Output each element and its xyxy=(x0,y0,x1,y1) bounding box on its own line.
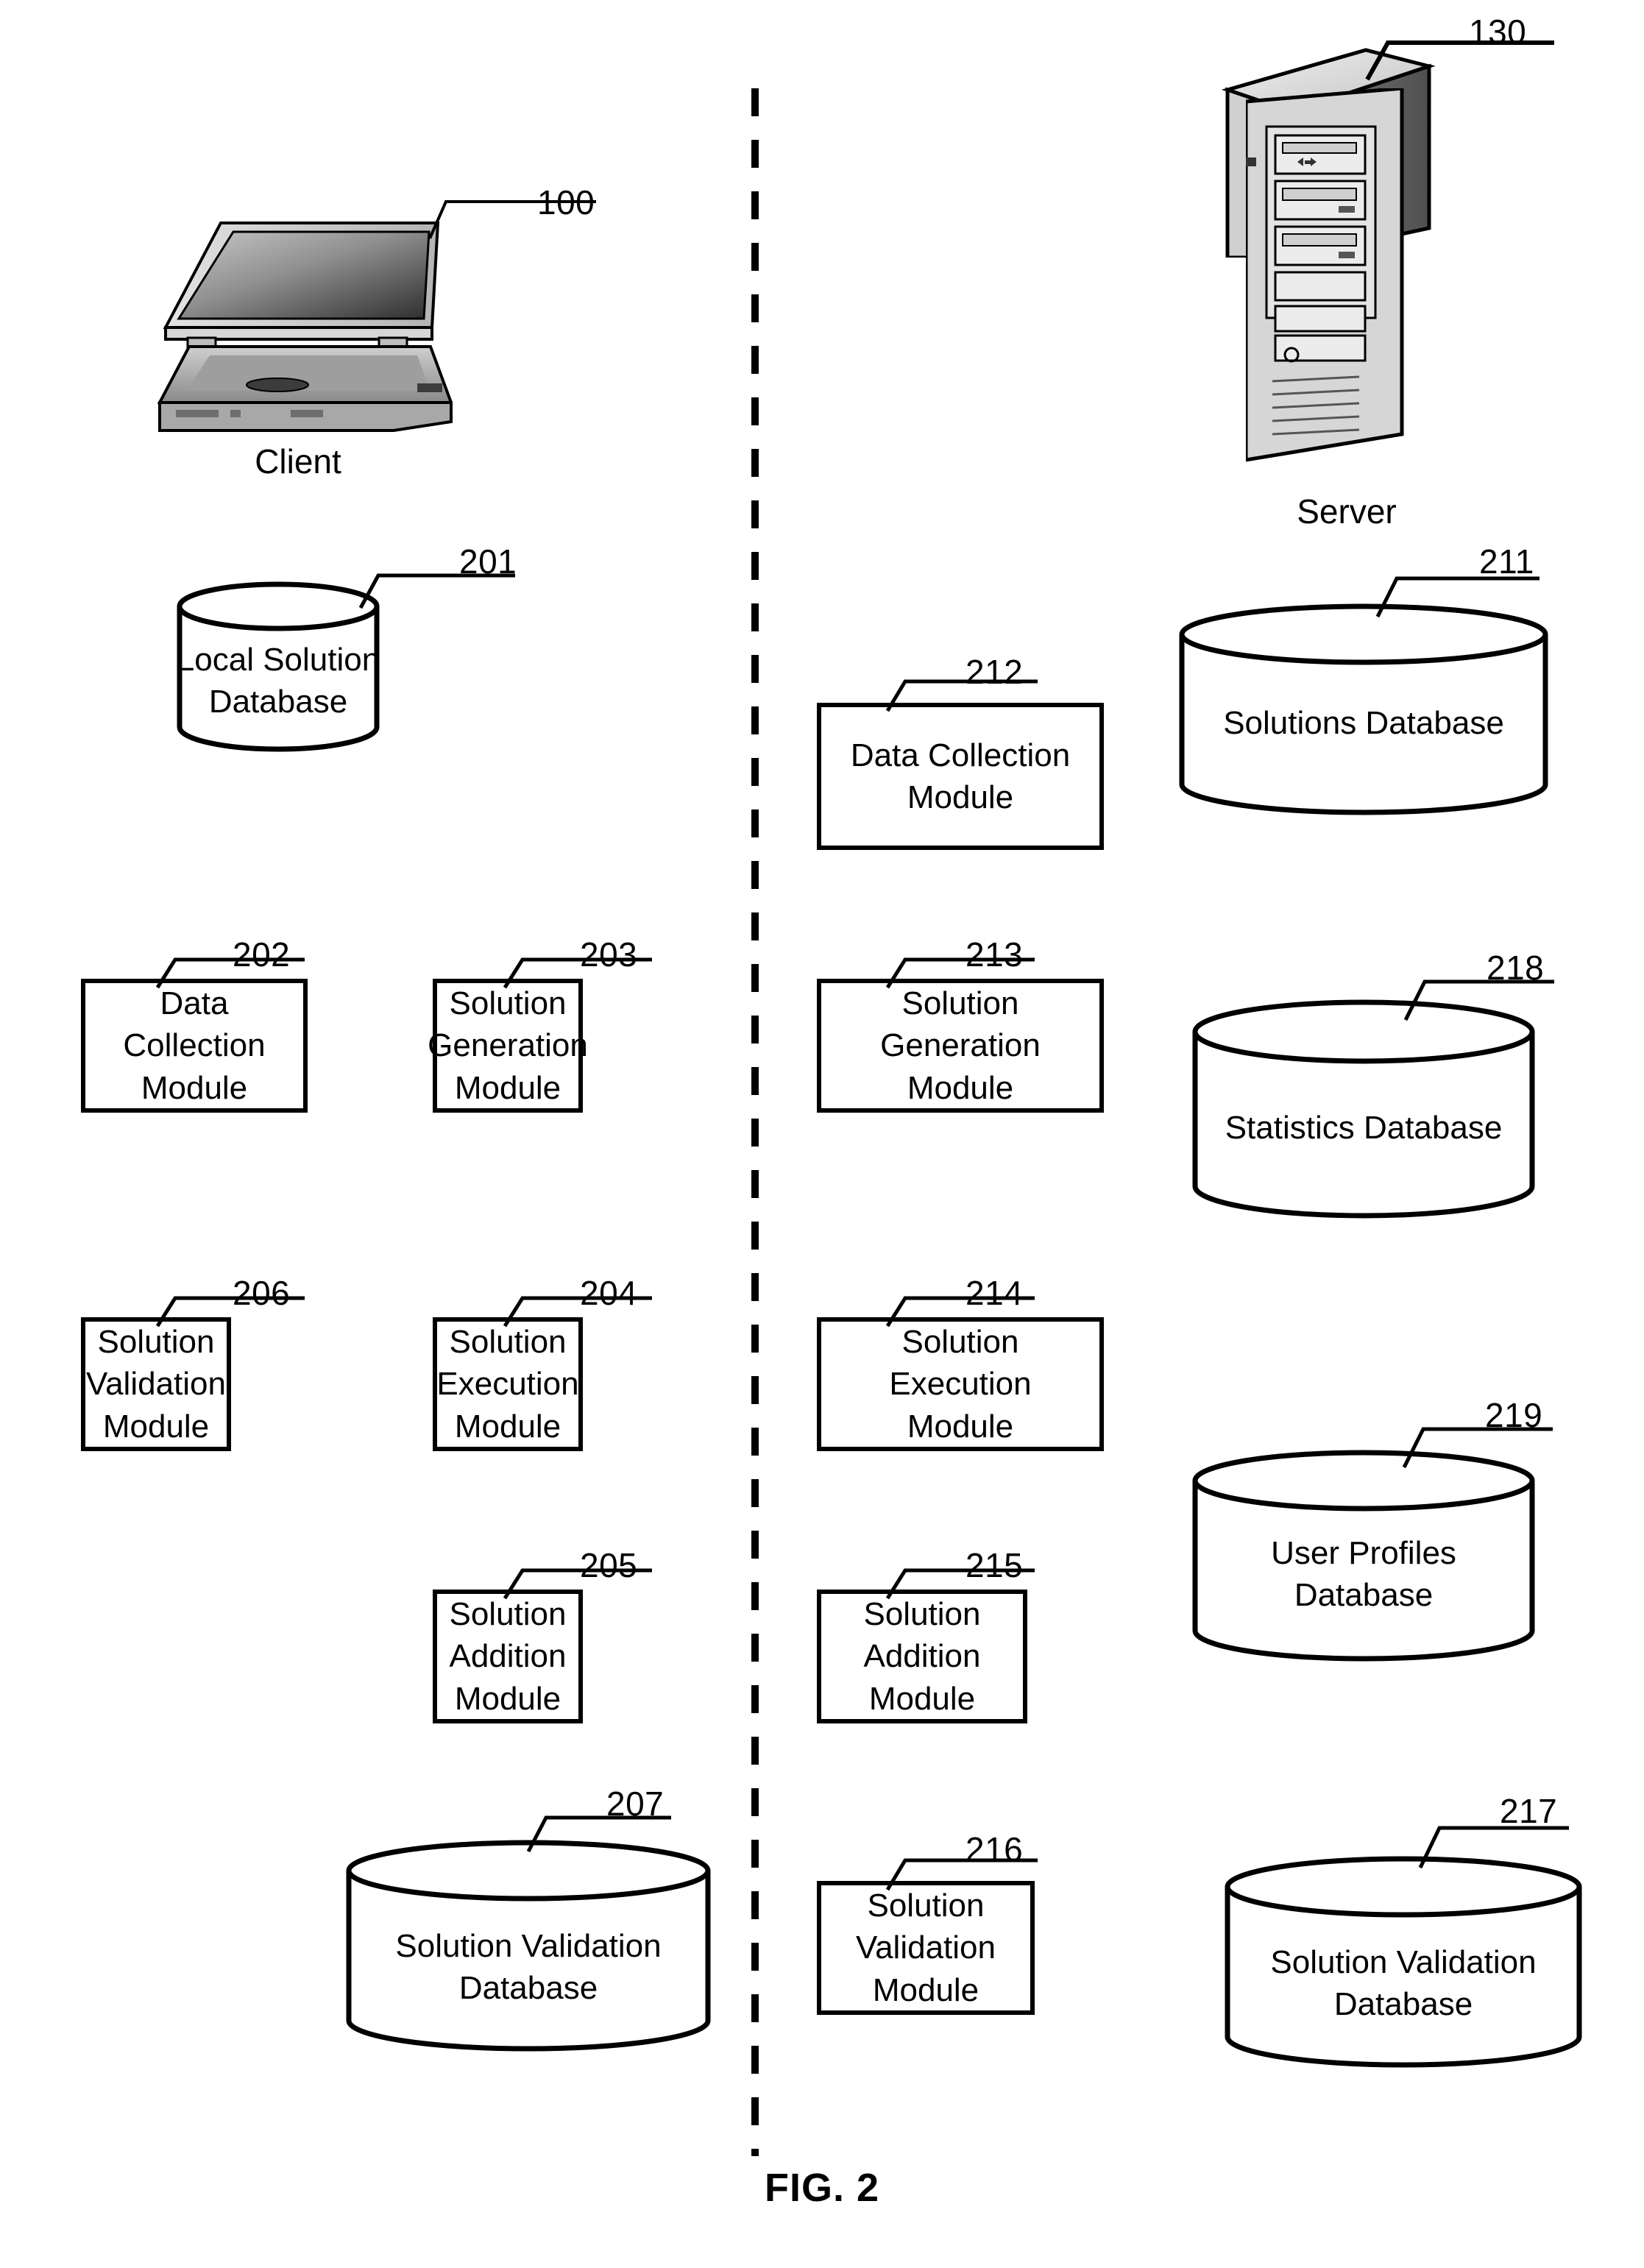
callout-leader-100 xyxy=(428,200,596,239)
callout-leader-213 xyxy=(885,957,1035,989)
callout-214: 214 xyxy=(966,1274,1024,1312)
client-laptop-illustration xyxy=(157,222,453,432)
callout-211: 211 xyxy=(1479,542,1534,581)
callout-201: 201 xyxy=(459,542,517,581)
callout-202: 202 xyxy=(233,935,291,974)
callout-leader-214 xyxy=(885,1296,1035,1328)
callout-207: 207 xyxy=(606,1785,665,1823)
client-caption: Client xyxy=(255,442,341,481)
server-front-panel xyxy=(1246,88,1404,462)
callout-215: 215 xyxy=(966,1546,1024,1584)
callout-218: 218 xyxy=(1487,949,1545,987)
callout-213: 213 xyxy=(966,935,1024,974)
callout-216: 216 xyxy=(966,1830,1024,1868)
callout-212: 212 xyxy=(966,653,1024,691)
callout-203: 203 xyxy=(580,935,638,974)
callout-217: 217 xyxy=(1500,1792,1558,1830)
figure-caption: FIG. 2 xyxy=(764,2166,880,2210)
callout-leader-130 xyxy=(1365,40,1554,81)
server-caption: Server xyxy=(1297,492,1397,531)
callout-206: 206 xyxy=(233,1274,291,1312)
callout-100: 100 xyxy=(537,183,595,222)
patent-figure-page: 100 Client 130 Server Local Solution Dat… xyxy=(0,0,1644,2268)
callout-leader-211 xyxy=(1375,576,1540,618)
callout-219: 219 xyxy=(1485,1396,1543,1434)
callout-leader-215 xyxy=(885,1568,1035,1600)
callout-204: 204 xyxy=(580,1274,638,1312)
callout-205: 205 xyxy=(580,1546,638,1584)
callout-130: 130 xyxy=(1469,13,1527,51)
